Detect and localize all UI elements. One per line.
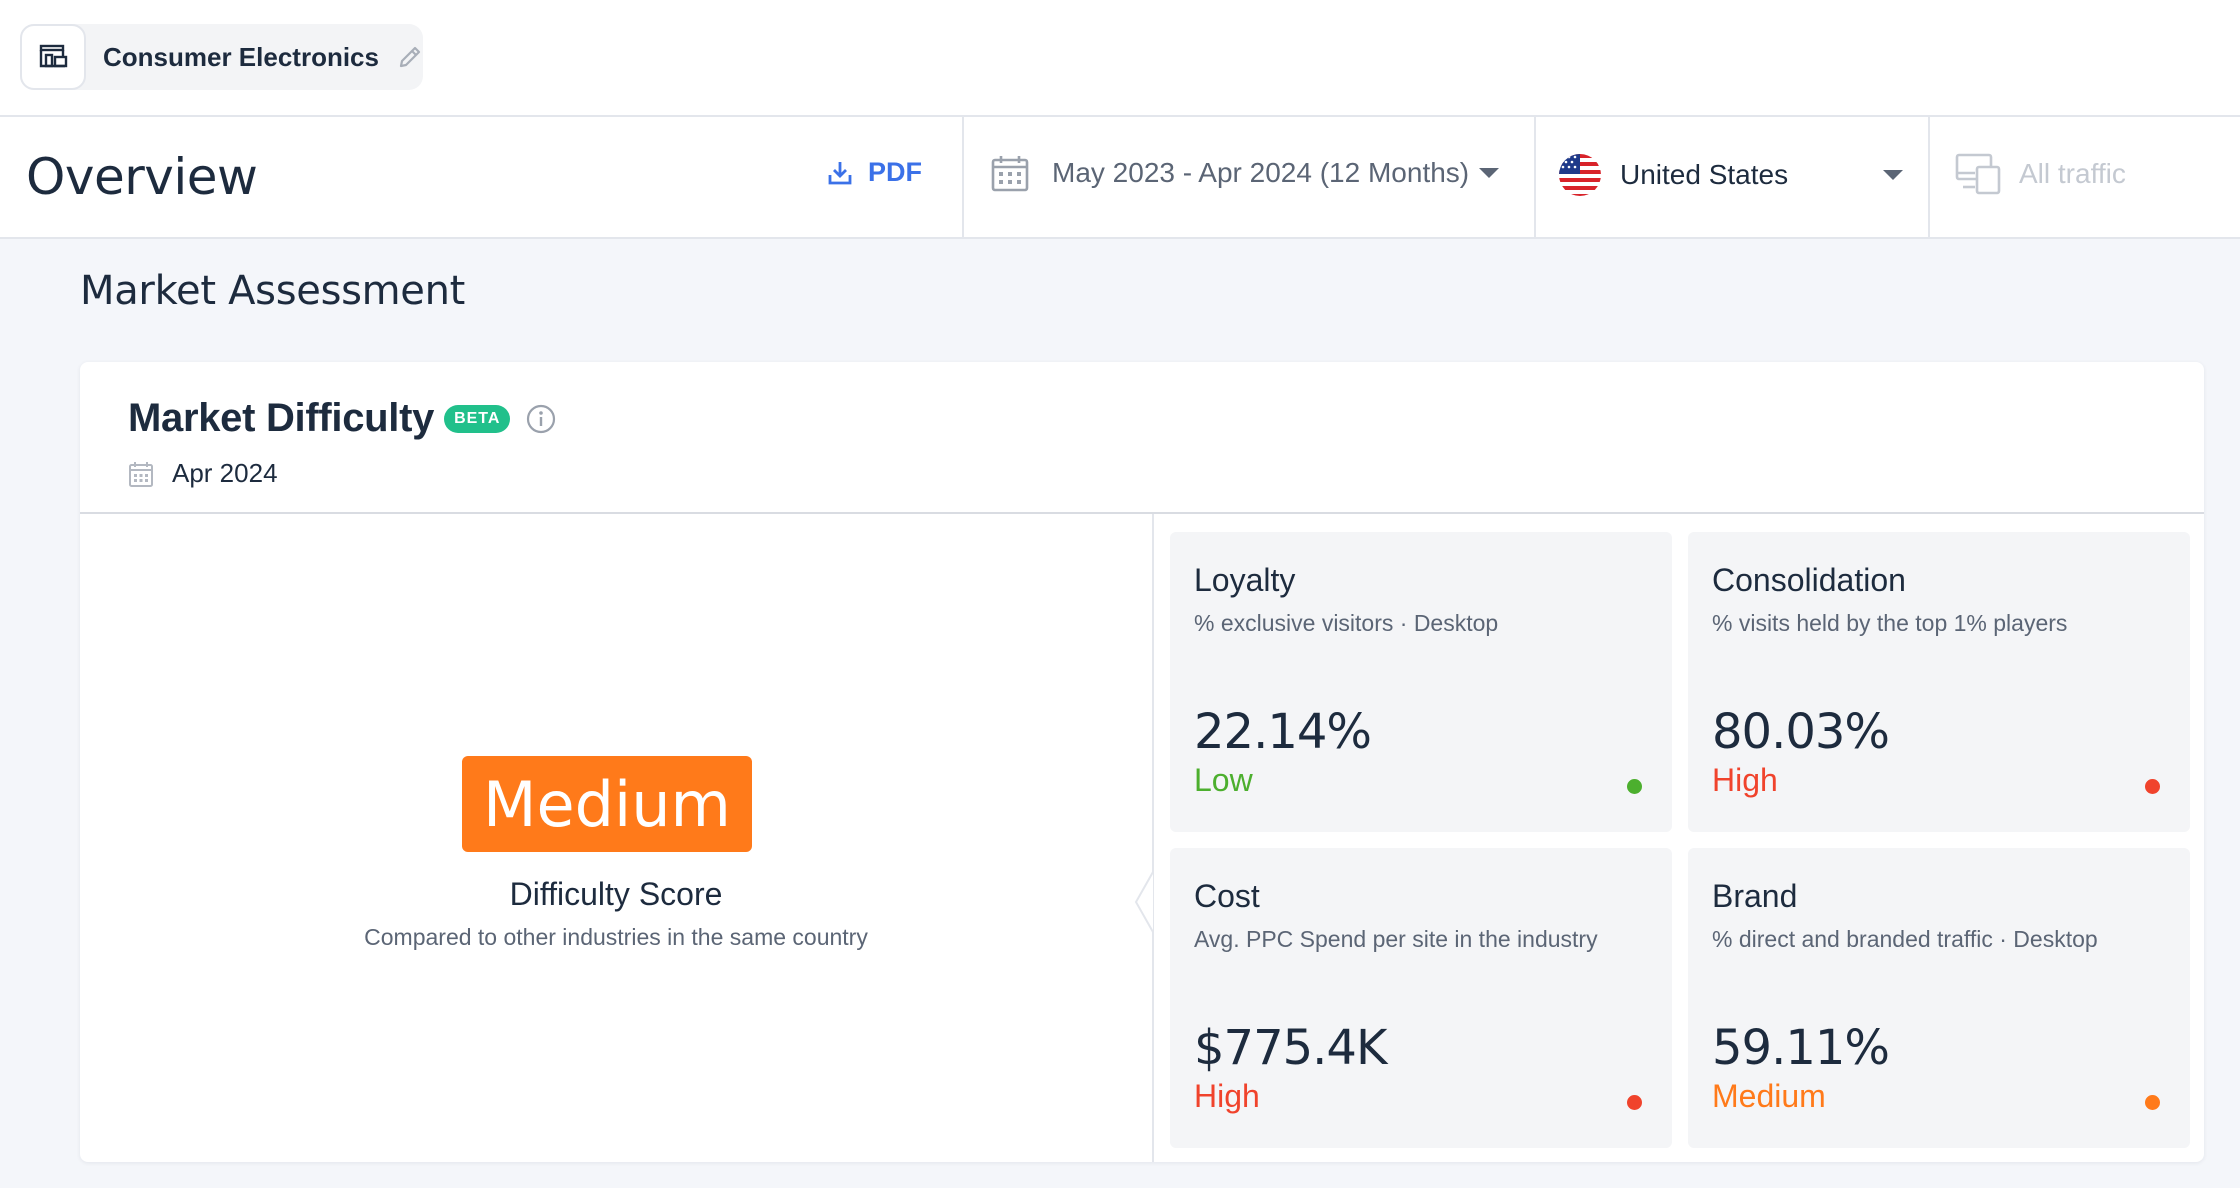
status-dot bbox=[2145, 779, 2160, 794]
country-label: United States bbox=[1620, 159, 1789, 190]
metric-card-loyalty: Loyalty % exclusive visitors · Desktop 2… bbox=[1170, 532, 1672, 832]
metric-title: Brand bbox=[1712, 878, 1798, 914]
traffic-label: All traffic bbox=[2019, 158, 2126, 189]
traffic-picker[interactable]: All traffic bbox=[1955, 153, 2126, 195]
metric-level: High bbox=[1712, 762, 1778, 798]
metric-subtitle: % exclusive visitors · Desktop bbox=[1194, 610, 1499, 636]
divider-notch bbox=[1134, 752, 1154, 1052]
pdf-download-button[interactable]: PDF bbox=[826, 157, 922, 188]
page-title: Overview bbox=[26, 148, 258, 206]
metric-value: $775.4K bbox=[1194, 1020, 1387, 1076]
top-bar: Consumer Electronics bbox=[0, 0, 2240, 117]
metric-subtitle: Avg. PPC Spend per site in the industry bbox=[1194, 926, 1598, 952]
calendar-icon bbox=[129, 461, 153, 487]
metric-value: 59.11% bbox=[1712, 1020, 1890, 1076]
metric-card-consolidation: Consolidation % visits held by the top 1… bbox=[1688, 532, 2190, 832]
info-icon[interactable] bbox=[526, 404, 556, 434]
metric-title: Consolidation bbox=[1712, 562, 1906, 598]
overview-header: Overview PDF May 2023 - Apr 2024 (12 Mon… bbox=[0, 117, 2240, 239]
date-range-label: May 2023 - Apr 2024 (12 Months) bbox=[1052, 157, 1470, 188]
card-header: Market Difficulty BETA Apr 2024 bbox=[80, 362, 2204, 514]
difficulty-score-subtitle: Compared to other industries in the same… bbox=[364, 924, 868, 950]
metric-card-cost: Cost Avg. PPC Spend per site in the indu… bbox=[1170, 848, 1672, 1148]
metric-level: Low bbox=[1194, 762, 1253, 798]
card-date-label: Apr 2024 bbox=[172, 458, 278, 488]
calendar-icon bbox=[991, 156, 1029, 192]
card-date: Apr 2024 bbox=[128, 458, 278, 489]
pdf-label: PDF bbox=[868, 157, 922, 187]
chevron-down-icon bbox=[1479, 168, 1500, 178]
us-flag-icon bbox=[1559, 154, 1601, 196]
download-icon bbox=[828, 161, 852, 184]
divider bbox=[962, 117, 964, 237]
date-range-picker[interactable]: May 2023 - Apr 2024 (12 Months) bbox=[990, 153, 1500, 193]
store-icon bbox=[20, 24, 86, 90]
divider bbox=[1928, 117, 1930, 237]
difficulty-level-badge: Medium bbox=[462, 756, 752, 852]
devices-icon bbox=[1955, 153, 2001, 195]
industry-name: Consumer Electronics bbox=[103, 41, 379, 72]
market-difficulty-card: Market Difficulty BETA Apr 2024 Medium D… bbox=[80, 362, 2204, 1162]
difficulty-score-panel: Medium Difficulty Score Compared to othe… bbox=[80, 514, 1152, 1162]
chevron-down-icon bbox=[1883, 170, 1903, 180]
metric-card-brand: Brand % direct and branded traffic · Des… bbox=[1688, 848, 2190, 1148]
metric-title: Loyalty bbox=[1194, 562, 1296, 598]
status-dot bbox=[1627, 779, 1642, 794]
pencil-icon[interactable] bbox=[397, 44, 423, 70]
difficulty-score-label: Difficulty Score bbox=[509, 876, 723, 912]
status-dot bbox=[2145, 1095, 2160, 1110]
metric-value: 80.03% bbox=[1712, 704, 1890, 760]
metric-value: 22.14% bbox=[1194, 704, 1372, 760]
country-picker[interactable]: United States bbox=[1558, 153, 1903, 197]
metric-subtitle: % visits held by the top 1% players bbox=[1712, 610, 2068, 636]
divider bbox=[1534, 117, 1536, 237]
metric-subtitle: % direct and branded traffic · Desktop bbox=[1712, 926, 2098, 952]
card-title: Market Difficulty bbox=[128, 396, 435, 440]
metric-title: Cost bbox=[1194, 878, 1260, 914]
section-title: Market Assessment bbox=[80, 268, 466, 314]
beta-badge: BETA bbox=[444, 404, 511, 433]
metric-level: Medium bbox=[1712, 1078, 1826, 1114]
industry-chip[interactable]: Consumer Electronics bbox=[20, 24, 423, 90]
metric-level: High bbox=[1194, 1078, 1260, 1114]
status-dot bbox=[1627, 1095, 1642, 1110]
